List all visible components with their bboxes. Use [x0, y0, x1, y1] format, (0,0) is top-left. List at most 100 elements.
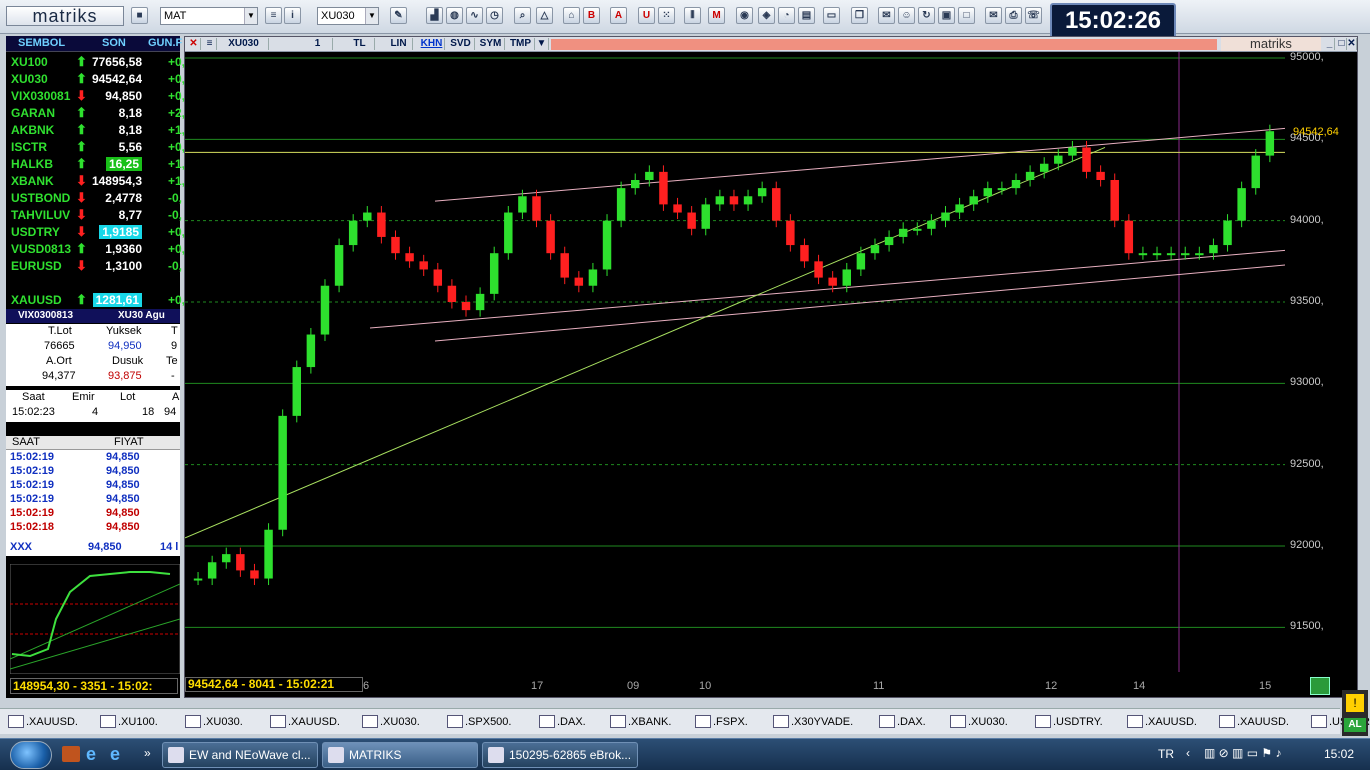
watchlist-row[interactable]: EURUSD ⬇ 1,3100 -0,: [6, 258, 182, 275]
depth-u-icon[interactable]: U: [638, 7, 655, 24]
chart-menu-icon[interactable]: ▼: [535, 38, 549, 50]
grid-icon[interactable]: ⁙: [658, 7, 675, 24]
mail-icon[interactable]: ✉: [985, 7, 1002, 24]
start-button[interactable]: [10, 741, 52, 769]
news-a-icon[interactable]: A: [610, 7, 627, 24]
symbol-tab[interactable]: .XAUUSD.: [1125, 714, 1197, 730]
message-icon[interactable]: ✉: [878, 7, 895, 24]
chart-close-icon[interactable]: ✕: [187, 38, 201, 50]
watchlist-row[interactable]: ISCTR ⬆ 5,56 +0,: [6, 139, 185, 156]
ie-icon-2[interactable]: e: [110, 744, 120, 765]
book-icon[interactable]: ▤: [798, 7, 815, 24]
chart-btn-sym[interactable]: SYM: [477, 38, 505, 50]
last-header[interactable]: SON: [102, 37, 126, 49]
row-change: +0,: [168, 72, 186, 86]
tray-clock[interactable]: 15:02: [1324, 747, 1354, 761]
window-icon[interactable]: □: [958, 7, 975, 24]
chart-minimize-icon[interactable]: _: [1325, 38, 1335, 50]
print-icon[interactable]: ⎙: [1005, 7, 1022, 24]
chart-btn-svd[interactable]: SVD: [447, 38, 475, 50]
windows-icon[interactable]: ❐: [851, 7, 868, 24]
symbol-tab[interactable]: .SPX500.: [445, 714, 511, 730]
watchlist-row[interactable]: USDTRY ⬇ 1,9185 +0,: [6, 224, 185, 241]
watchlist-row[interactable]: VIX030081 ⬇ 94,850 +0,: [6, 88, 185, 105]
symbol-tab[interactable]: .FSPX.: [693, 714, 748, 730]
list-icon[interactable]: ≡: [265, 7, 282, 24]
chart-list-icon[interactable]: ≡: [203, 38, 217, 50]
symbol-tab[interactable]: .XU100.: [98, 714, 158, 730]
watchlist-row[interactable]: GARAN ⬆ 8,18 +2,: [6, 105, 185, 122]
row-change: +0,: [168, 140, 186, 154]
symbol-tab[interactable]: .X30YVADE.: [771, 714, 853, 730]
taskbar-item-browser[interactable]: EW and NEoWave cl...: [162, 742, 318, 768]
chart-close-window-icon[interactable]: ✕: [1347, 38, 1357, 50]
chart-btn-tmp[interactable]: TMP: [507, 38, 535, 50]
watchlist-row[interactable]: XAUUSD ⬆ 1281,61 +0,: [6, 292, 185, 309]
scan-icon[interactable]: ⌕: [514, 7, 531, 24]
alert-icon[interactable]: △: [536, 7, 553, 24]
arrow-up-icon: ⬆: [76, 122, 87, 137]
bars-icon[interactable]: ⫴: [684, 7, 701, 24]
chart-btn-lin[interactable]: LIN: [385, 38, 413, 50]
al-button[interactable]: AL: [1344, 718, 1366, 732]
watchlist-row[interactable]: TAHVILUV ⬇ 8,77 -0,: [6, 207, 182, 224]
watchlist-row[interactable]: VUSD0813 ⬆ 1,9360 +0,: [6, 241, 185, 258]
chart-period[interactable]: 1: [303, 38, 333, 50]
home-icon[interactable]: ⌂: [563, 7, 580, 24]
chart-symbol[interactable]: XU030: [219, 38, 269, 50]
watchlist-row[interactable]: XU100 ⬆ 77656,58 +0,: [6, 54, 185, 71]
layout-icon[interactable]: ▭: [823, 7, 840, 24]
template-select[interactable]: MAT ▼: [160, 7, 258, 25]
watchlist-row[interactable]: HALKB ⬆ 16,25 +1,: [6, 156, 185, 173]
symbol-tab[interactable]: .DAX.: [537, 714, 586, 730]
watchlist-row[interactable]: XBANK ⬇ 148954,3 +1,: [6, 173, 185, 190]
change-header[interactable]: GUN.F: [148, 37, 182, 49]
warning-icon[interactable]: !: [1346, 694, 1364, 712]
taskbar-item-matriks[interactable]: MATRIKS: [322, 742, 478, 768]
overflow-icon[interactable]: »: [144, 746, 151, 760]
ie-icon[interactable]: e: [86, 744, 96, 765]
watchlist-row[interactable]: USTBOND ⬇ 2,4778 -0,: [6, 190, 182, 207]
tray-expand-icon[interactable]: ‹: [1186, 746, 1190, 760]
symbol-tab[interactable]: .DAX.: [877, 714, 926, 730]
tile-icon[interactable]: ▣: [938, 7, 955, 24]
symbol-header[interactable]: SEMBOL: [18, 37, 65, 49]
mini-chart[interactable]: [10, 564, 180, 674]
symbol-tab[interactable]: .XAUUSD.: [6, 714, 78, 730]
m-icon[interactable]: M: [708, 7, 725, 24]
chart-btn-tl[interactable]: TL: [345, 38, 375, 50]
pie-icon[interactable]: ◔: [778, 7, 795, 24]
graph-icon[interactable]: ∿: [466, 7, 483, 24]
clock-icon[interactable]: ◷: [486, 7, 503, 24]
chart-icon[interactable]: ▟: [426, 7, 443, 24]
save-icon[interactable]: ■: [131, 7, 148, 24]
bold-b-icon[interactable]: B: [583, 7, 600, 24]
symbol-tab[interactable]: .XAUUSD.: [268, 714, 340, 730]
chart-btn-khn[interactable]: KHN: [419, 38, 445, 50]
symbol-tab[interactable]: .USDTRY.: [1033, 714, 1103, 730]
tag-icon[interactable]: ◈: [758, 7, 775, 24]
eye-icon[interactable]: ◉: [736, 7, 753, 24]
symbol-tab[interactable]: .XU030.: [360, 714, 420, 730]
info-icon[interactable]: i: [284, 7, 301, 24]
chart-maximize-icon[interactable]: □: [1337, 38, 1347, 50]
watchlist-row[interactable]: AKBNK ⬆ 8,18 +1,: [6, 122, 185, 139]
symbol-tab[interactable]: .XAUUSD.: [1217, 714, 1289, 730]
symbol-tab[interactable]: .XU030.: [948, 714, 1008, 730]
chart-refresh-icon[interactable]: [1310, 677, 1330, 695]
trade-price: 94,850: [106, 451, 140, 463]
chat-icon[interactable]: ☏: [1025, 7, 1042, 24]
user-icon[interactable]: ☺: [898, 7, 915, 24]
app-icon[interactable]: [62, 746, 80, 762]
refresh-icon[interactable]: ↻: [918, 7, 935, 24]
price-chart[interactable]: [185, 52, 1285, 672]
language-indicator[interactable]: TR: [1158, 747, 1174, 761]
symbol-select[interactable]: XU030 ▼: [317, 7, 379, 25]
taskbar-item-ebroker[interactable]: 150295-62865 eBrok...: [482, 742, 638, 768]
symbol-tab[interactable]: .XBANK.: [608, 714, 671, 730]
globe-icon[interactable]: ◍: [446, 7, 463, 24]
symbol-tab[interactable]: .XU030.: [183, 714, 243, 730]
watchlist-row[interactable]: XU030 ⬆ 94542,64 +0,: [6, 71, 185, 88]
tray-icons[interactable]: ▥ ⊘ ▥ ▭ ⚑ ♪: [1204, 746, 1282, 760]
pen-icon[interactable]: ✎: [390, 7, 407, 24]
